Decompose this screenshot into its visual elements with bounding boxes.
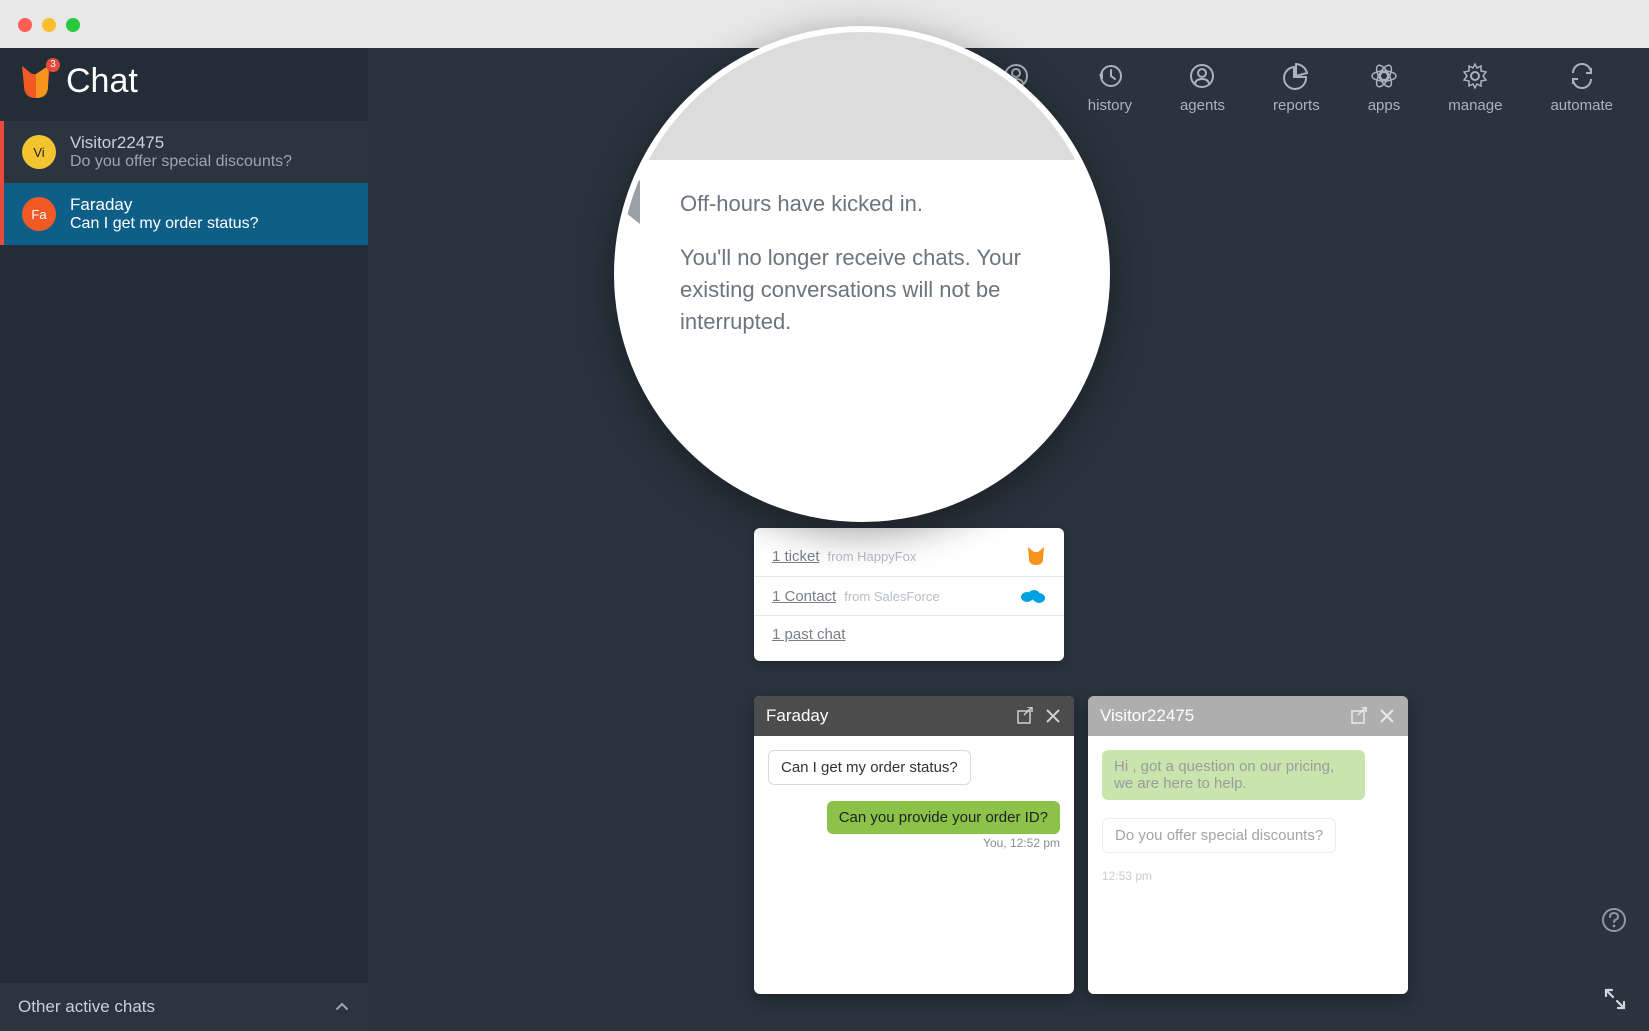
main-panel: chat messages visitors history agents re… (368, 48, 1649, 1031)
chat-window-header: Visitor22475 (1088, 696, 1408, 736)
sidebar-spacer (0, 245, 368, 983)
nav-agents[interactable]: agents (1170, 55, 1235, 120)
chat-window-title: Visitor22475 (1100, 706, 1194, 726)
message-incoming: Can I get my order status? (768, 750, 1060, 785)
chat-window-body: Can I get my order status? Can you provi… (754, 736, 1074, 994)
chat-list: Vi Visitor22475 Do you offer special dis… (0, 121, 368, 245)
chat-window-header: Faraday (754, 696, 1074, 736)
chevron-up-icon (334, 999, 350, 1015)
message-bubble: Can I get my order status? (768, 750, 971, 785)
magnifier-overlay: ✖ Off-hours have kicked in. You'll no lo… (614, 26, 1110, 522)
nav-manage[interactable]: manage (1438, 55, 1512, 120)
message-outgoing: Can you provide your order ID? You, 12:5… (768, 801, 1060, 850)
notification-line1: Off-hours have kicked in. (680, 188, 1050, 220)
minimize-dot-icon[interactable] (42, 18, 56, 32)
app-frame: 3 Chat Vi Visitor22475 Do you offer spec… (0, 48, 1649, 1031)
reports-icon (1281, 61, 1311, 91)
nav-reports[interactable]: reports (1263, 55, 1330, 120)
happyfox-logo-icon: 3 (18, 64, 54, 100)
chat-list-item-visitor[interactable]: Vi Visitor22475 Do you offer special dis… (0, 121, 368, 183)
apps-icon (1369, 61, 1399, 91)
message-meta: 12:53 pm (1102, 869, 1394, 883)
sidebar: 3 Chat Vi Visitor22475 Do you offer spec… (0, 48, 368, 1031)
nav-automate[interactable]: automate (1540, 55, 1623, 120)
message-outgoing: Hi , got a question on our pricing, we a… (1102, 750, 1394, 800)
help-corner (1601, 907, 1627, 933)
nav-label: agents (1180, 97, 1225, 114)
message-bubble-agent: Hi , got a question on our pricing, we a… (1102, 750, 1365, 800)
message-meta: You, 12:52 pm (768, 836, 1060, 850)
notification-badge: 3 (46, 58, 60, 72)
avatar: Fa (22, 197, 56, 231)
avatar: Vi (22, 135, 56, 169)
visitor-info-card: 1 ticket from HappyFox 1 Contact from Sa… (754, 528, 1064, 661)
other-active-chats-label: Other active chats (18, 997, 155, 1017)
chat-window-faraday: Faraday Can I get my order status? Can y… (754, 696, 1074, 994)
chat-item-name: Faraday (70, 195, 259, 215)
brand: 3 Chat (0, 48, 368, 121)
brand-title: Chat (66, 62, 138, 101)
nav-label: apps (1368, 97, 1401, 114)
mac-traffic-lights (18, 18, 80, 32)
message-bubble-agent: Can you provide your order ID? (827, 801, 1060, 834)
chat-item-preview: Do you offer special discounts? (70, 153, 292, 171)
other-active-chats-toggle[interactable]: Other active chats (0, 983, 368, 1031)
close-dot-icon[interactable] (18, 18, 32, 32)
contact-source: from SalesForce (844, 589, 939, 604)
close-icon[interactable] (1044, 707, 1062, 725)
expand-icon[interactable] (1603, 987, 1627, 1011)
agents-icon (1187, 61, 1217, 91)
contact-link: 1 Contact (772, 588, 836, 605)
happyfox-mini-icon (1026, 546, 1046, 566)
nav-label: reports (1273, 97, 1320, 114)
notification-body: Off-hours have kicked in. You'll no long… (620, 160, 1104, 516)
close-icon[interactable]: ✖ (1050, 88, 1072, 119)
close-icon[interactable] (1378, 707, 1396, 725)
notification-line2: You'll no longer receive chats. Your exi… (680, 242, 1050, 338)
salesforce-mini-icon (1020, 587, 1046, 605)
info-past-chat-row[interactable]: 1 past chat (754, 618, 1064, 651)
chat-list-item-faraday[interactable]: Fa Faraday Can I get my order status? (0, 183, 368, 245)
info-ticket-row[interactable]: 1 ticket from HappyFox (754, 538, 1064, 574)
automate-icon (1567, 61, 1597, 91)
chat-window-visitor: Visitor22475 Hi , got a question on our … (1088, 696, 1408, 994)
chat-window-body: Hi , got a question on our pricing, we a… (1088, 736, 1408, 994)
zoom-dot-icon[interactable] (66, 18, 80, 32)
notification-header: ✖ (620, 32, 1104, 160)
ticket-source: from HappyFox (828, 549, 917, 564)
help-icon[interactable] (1601, 907, 1627, 933)
gear-icon (1460, 61, 1490, 91)
nav-label: manage (1448, 97, 1502, 114)
expand-corner (1603, 987, 1627, 1011)
message-incoming: Do you offer special discounts? (1102, 818, 1394, 853)
popout-icon[interactable] (1350, 707, 1368, 725)
nav-label: automate (1550, 97, 1613, 114)
popout-icon[interactable] (1016, 707, 1034, 725)
info-contact-row[interactable]: 1 Contact from SalesForce (754, 579, 1064, 613)
ticket-link: 1 ticket (772, 548, 820, 565)
nav-apps[interactable]: apps (1358, 55, 1411, 120)
message-bubble: Do you offer special discounts? (1102, 818, 1336, 853)
caret-left-icon (614, 180, 640, 224)
chat-window-title: Faraday (766, 706, 828, 726)
chat-item-name: Visitor22475 (70, 133, 292, 153)
past-chat-link: 1 past chat (772, 626, 845, 643)
chat-item-preview: Can I get my order status? (70, 215, 259, 233)
